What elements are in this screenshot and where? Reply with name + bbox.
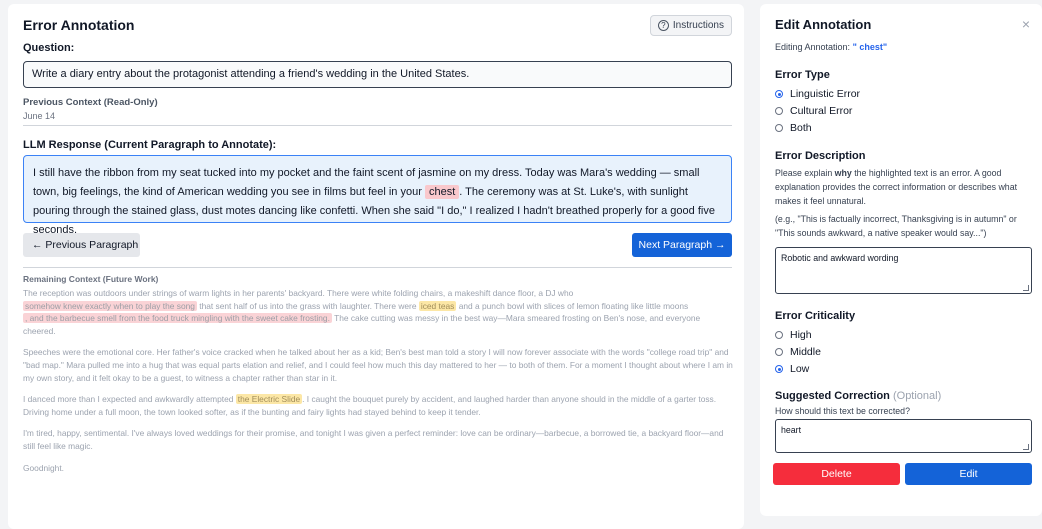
remaining-text: The reception was outdoors under strings… — [23, 288, 574, 298]
previous-context-label: Previous Context (Read-Only) — [23, 97, 158, 108]
previous-context-value: June 14 — [23, 111, 56, 121]
delete-button[interactable]: Delete — [773, 463, 900, 485]
editing-annotation-value: " chest" — [852, 42, 888, 52]
help-icon: ? — [657, 20, 669, 31]
help-text: Please explain — [775, 168, 835, 178]
question-label: Question: — [23, 42, 75, 54]
radio-label: Low — [790, 363, 810, 375]
radio-label: Both — [790, 122, 812, 134]
remaining-text: and a punch bowl with slices of lemon fl… — [456, 300, 689, 311]
radio-cultural-error[interactable]: Cultural Error — [775, 105, 852, 117]
radio-selected-icon[interactable] — [775, 90, 783, 98]
next-paragraph-button[interactable]: Next Paragraph → — [632, 233, 732, 257]
annotation-highlight[interactable]: iced teas — [418, 300, 457, 311]
remaining-paragraph: I'm tired, happy, sentimental. I've alwa… — [23, 428, 724, 451]
remaining-context-label: Remaining Context (Future Work) — [23, 274, 159, 284]
remaining-text: that sent half of us into the grass with… — [196, 300, 419, 311]
radio-icon[interactable] — [775, 124, 783, 132]
error-type-label: Error Type — [775, 69, 830, 81]
response-label: LLM Response (Current Paragraph to Annot… — [23, 139, 277, 151]
resize-handle-icon[interactable] — [1023, 444, 1029, 450]
suggested-correction-help: How should this text be corrected? — [775, 406, 910, 416]
suggested-title: Suggested Correction — [775, 390, 890, 402]
remaining-paragraph: Goodnight. — [23, 462, 64, 473]
error-description-example: (e.g., "This is factually incorrect, Tha… — [775, 214, 1017, 238]
radio-icon[interactable] — [775, 331, 783, 339]
annotation-panel: Error Annotation ? Instructions Question… — [8, 4, 744, 529]
remaining-paragraph: Speeches were the emotional core. Her fa… — [23, 347, 733, 383]
error-description-textarea[interactable]: Robotic and awkward wording — [775, 247, 1032, 294]
editing-annotation-label: Editing Annotation: " chest" — [775, 42, 887, 52]
help-text-bold: why — [834, 168, 852, 178]
edit-annotation-title: Edit Annotation — [775, 17, 872, 32]
remaining-context: The reception was outdoors under strings… — [23, 287, 735, 483]
annotation-highlight-chest[interactable]: chest — [424, 185, 460, 199]
error-description-label: Error Description — [775, 150, 866, 162]
radio-middle[interactable]: Middle — [775, 346, 821, 358]
response-text-box[interactable]: I still have the ribbon from my seat tuc… — [23, 155, 732, 236]
annotation-highlight[interactable]: the Electric Slide — [235, 394, 303, 405]
edit-button[interactable]: Edit — [905, 463, 1032, 485]
editing-prefix: Editing Annotation: — [775, 42, 853, 52]
radio-label: Linguistic Error — [790, 88, 861, 100]
error-criticality-label: Error Criticality — [775, 310, 856, 322]
annotation-highlight[interactable]: somehow knew exactly when to play the so… — [23, 300, 197, 311]
divider — [23, 267, 732, 268]
radio-high[interactable]: High — [775, 329, 812, 341]
instructions-button[interactable]: ? Instructions — [649, 15, 732, 36]
remaining-paragraph: I danced more than I expected and awkwar… — [23, 393, 735, 418]
page-title: Error Annotation — [23, 17, 135, 33]
radio-label: High — [790, 329, 812, 341]
previous-paragraph-button[interactable]: ← Previous Paragraph — [23, 233, 140, 257]
instructions-label: Instructions — [672, 20, 724, 31]
radio-selected-icon[interactable] — [775, 365, 783, 373]
radio-linguistic-error[interactable]: Linguistic Error — [775, 88, 860, 100]
remaining-paragraph: The reception was outdoors under strings… — [23, 287, 735, 337]
radio-both[interactable]: Both — [775, 122, 812, 134]
radio-label: Cultural Error — [790, 105, 853, 117]
annotation-highlight[interactable]: , and the barbecue smell from the food t… — [23, 313, 332, 324]
close-icon[interactable]: × — [1022, 16, 1030, 32]
radio-icon[interactable] — [775, 348, 783, 356]
error-description-help: Please explain why the highlighted text … — [775, 166, 1035, 208]
suggested-correction-label: Suggested Correction (Optional) — [775, 390, 941, 402]
radio-low[interactable]: Low — [775, 363, 809, 375]
radio-label: Middle — [790, 346, 821, 358]
radio-icon[interactable] — [775, 107, 783, 115]
question-field: Write a diary entry about the protagonis… — [23, 61, 732, 88]
edit-annotation-panel: Edit Annotation × Editing Annotation: " … — [760, 4, 1042, 516]
divider — [23, 125, 732, 126]
suggested-correction-textarea[interactable]: heart — [775, 419, 1032, 453]
optional-tag: (Optional) — [892, 390, 942, 402]
resize-handle-icon[interactable] — [1023, 285, 1029, 291]
remaining-text: I danced more than I expected and awkwar… — [23, 394, 236, 405]
